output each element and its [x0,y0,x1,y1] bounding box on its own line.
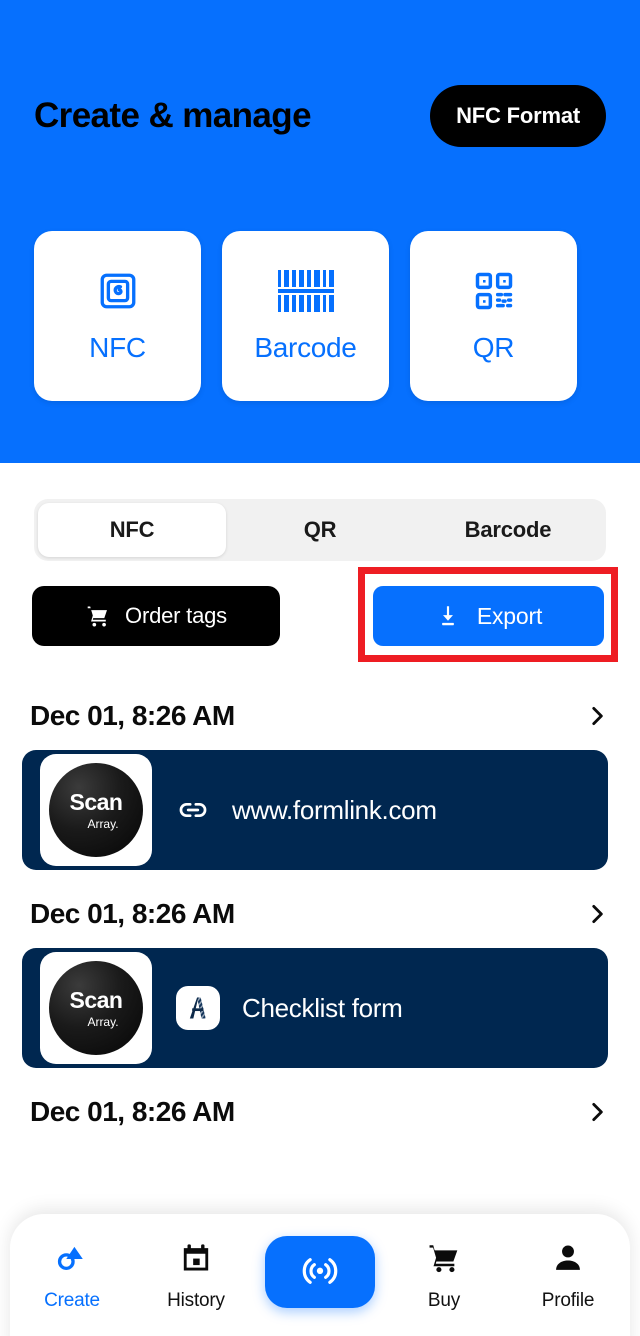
hero-section: Create & manage NFC Format NFC Barcode Q… [0,0,640,463]
history-date: Dec 01, 8:26 AM [30,898,235,929]
thumbnail-primary-text: Scan [69,986,123,1013]
scan-array-thumbnail: Scan Array. [40,952,152,1064]
history-item-label: www.formlink.com [232,794,437,825]
type-card-label: QR [472,332,515,363]
scan-array-thumbnail: Scan Array. [40,754,152,866]
page-title: Create & manage [34,96,312,135]
order-tags-label: Order tags [125,603,227,628]
shapes-icon [54,1236,90,1280]
export-button[interactable]: Export [373,586,604,646]
type-card-nfc[interactable]: NFC [34,231,201,401]
nav-label: Profile [541,1290,595,1311]
calendar-icon [179,1236,213,1280]
type-card-row: NFC Barcode QR [34,231,606,401]
format-tab-bar: NFC QR Barcode [34,499,606,561]
nfc-format-button[interactable]: NFC Format [430,85,606,147]
history-group-header[interactable]: Dec 01, 8:26 AM [0,888,640,940]
type-card-barcode[interactable]: Barcode [222,231,389,401]
history-item-card[interactable]: Scan Array. www.formlink.com [22,750,608,870]
export-label: Export [476,602,543,629]
tab-qr[interactable]: QR [226,503,414,557]
type-card-qr[interactable]: QR [410,231,577,401]
nav-item-history[interactable]: History [141,1236,251,1312]
history-group: Dec 01, 8:26 AM Scan Array. [0,690,640,870]
history-group-header[interactable]: Dec 01, 8:26 AM [0,690,640,742]
bottom-navigation-bar: Create History Buy Profile [10,1214,630,1336]
thumbnail-secondary-text: Array. [87,816,119,831]
shopping-cart-icon [85,603,111,629]
nfc-icon [97,268,139,314]
history-item-label: Checklist form [242,992,403,1023]
type-card-label: Barcode [254,332,357,363]
history-group: Dec 01, 8:26 AM Scan Array. [0,888,640,1068]
history-list: Dec 01, 8:26 AM Scan Array. www.formlink… [0,690,640,1156]
history-item-body: www.formlink.com [176,793,437,827]
chevron-right-icon[interactable] [584,1099,610,1125]
history-date: Dec 01, 8:26 AM [30,1096,235,1127]
history-item-body: Checklist form [176,986,403,1030]
chevron-right-icon[interactable] [584,901,610,927]
nav-item-create[interactable]: Create [17,1236,127,1312]
nfc-scan-icon [300,1252,340,1292]
history-item-card[interactable]: Scan Array. Checklist form [22,948,608,1068]
hero-header: Create & manage NFC Format [34,84,606,148]
thumbnail-secondary-text: Array. [87,1014,119,1029]
scan-fab-button[interactable] [265,1236,375,1308]
nav-item-profile[interactable]: Profile [513,1236,623,1312]
download-icon [435,603,461,629]
nav-label: Buy [427,1290,461,1311]
history-group: Dec 01, 8:26 AM [0,1086,640,1138]
person-icon [551,1236,585,1280]
chevron-right-icon[interactable] [584,703,610,729]
thumbnail-primary-text: Scan [69,788,123,815]
nav-item-buy[interactable]: Buy [389,1236,499,1312]
link-icon [176,793,210,827]
shopping-cart-icon [427,1236,461,1280]
nav-label: History [167,1290,225,1311]
history-group-header[interactable]: Dec 01, 8:26 AM [0,1086,640,1138]
app-root: Create & manage NFC Format NFC Barcode Q… [0,0,640,1336]
tab-nfc[interactable]: NFC [38,503,226,557]
nav-item-scan[interactable] [265,1236,375,1308]
order-tags-button[interactable]: Order tags [32,586,280,646]
nav-label: Create [44,1290,100,1311]
qr-code-icon [472,268,516,314]
tab-barcode[interactable]: Barcode [414,503,602,557]
form-logo-icon [176,986,220,1030]
history-date: Dec 01, 8:26 AM [30,700,235,731]
barcode-icon [277,268,334,314]
type-card-label: NFC [89,332,146,363]
